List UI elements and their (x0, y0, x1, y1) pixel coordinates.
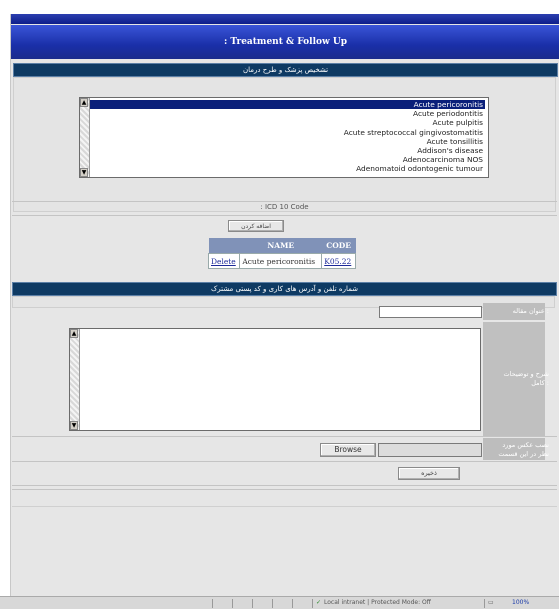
file-path-input[interactable] (378, 443, 482, 457)
delete-link-cell[interactable]: Delete (207, 253, 241, 269)
subject-input[interactable] (379, 306, 482, 318)
top-bar (11, 14, 559, 24)
divider (12, 436, 557, 437)
divider (12, 215, 557, 216)
add-code-button[interactable]: اضافه کردن (228, 220, 284, 232)
divider (12, 506, 557, 507)
divider (12, 461, 557, 462)
icd-code-table: NAME CODE Delete Acute pericoronitis K05… (207, 238, 356, 269)
description-textarea[interactable]: ▲ ▼ (69, 328, 481, 431)
diagnosis-listbox[interactable]: ▲ ▼ Acute pericoronitis Acute periodonti… (79, 97, 489, 178)
zone-icon: ✓ (316, 599, 322, 606)
scroll-up-icon[interactable]: ▲ (80, 98, 88, 107)
description-label: شرح و توضیحات کامل : (503, 370, 549, 387)
file-label: نصب عکس مورد نظر در این قسمت (498, 441, 549, 458)
code-name-cell: Acute pericoronitis (239, 253, 323, 269)
zone-text: Local intranet | Protected Mode: Off (324, 599, 431, 606)
zoom-level[interactable]: 100% (512, 597, 529, 609)
code-value-cell[interactable]: K05.22 (321, 253, 356, 269)
save-button[interactable]: ذخیره (398, 467, 460, 480)
page-title: : Treatment & Follow Up (11, 25, 559, 59)
code-link[interactable]: K05.22 (324, 257, 351, 266)
divider (12, 489, 557, 490)
subject-label: عنوان مقاله : (512, 307, 549, 315)
icd-code-label: : ICD 10 Code (260, 203, 309, 211)
scroll-down-icon[interactable]: ▼ (70, 421, 78, 430)
table-row: Delete Acute pericoronitis K05.22 (207, 253, 356, 269)
scroll-down-icon[interactable]: ▼ (80, 168, 88, 177)
list-item[interactable]: Acute tonsillitis (90, 137, 485, 146)
table-header-name: NAME (239, 238, 322, 254)
list-item[interactable]: Adenocarcinoma NOS (90, 155, 485, 164)
delete-link[interactable]: Delete (211, 257, 236, 266)
list-item[interactable]: Acute pulpitis (90, 118, 485, 127)
list-item[interactable]: Addison's disease (90, 146, 485, 155)
list-item[interactable]: Acute streptococcal gingivostomatitis (90, 128, 485, 137)
list-item[interactable]: Adenomatoid odontogenic tumour (90, 164, 485, 173)
diagnosis-section-header: تشخیص پزشک و طرح درمان (13, 63, 558, 77)
divider (12, 485, 557, 486)
listbox-scrollbar[interactable]: ▲ ▼ (80, 98, 90, 177)
security-icon: ▭ (488, 599, 494, 606)
textarea-scrollbar[interactable]: ▲ ▼ (70, 329, 80, 430)
table-header-code: CODE (321, 238, 356, 254)
table-header-blank (208, 238, 240, 254)
list-item[interactable]: Acute periodontitis (90, 109, 485, 118)
list-item[interactable]: Acute pericoronitis (90, 100, 485, 110)
status-bar: ✓ Local intranet | Protected Mode: Off ▭… (0, 596, 559, 609)
plan-section-header: شماره تلفن و آدرس های کاری و کد پستی مشت… (12, 282, 557, 296)
browse-button[interactable]: Browse (320, 443, 376, 457)
scroll-up-icon[interactable]: ▲ (70, 329, 78, 338)
divider (12, 201, 557, 202)
